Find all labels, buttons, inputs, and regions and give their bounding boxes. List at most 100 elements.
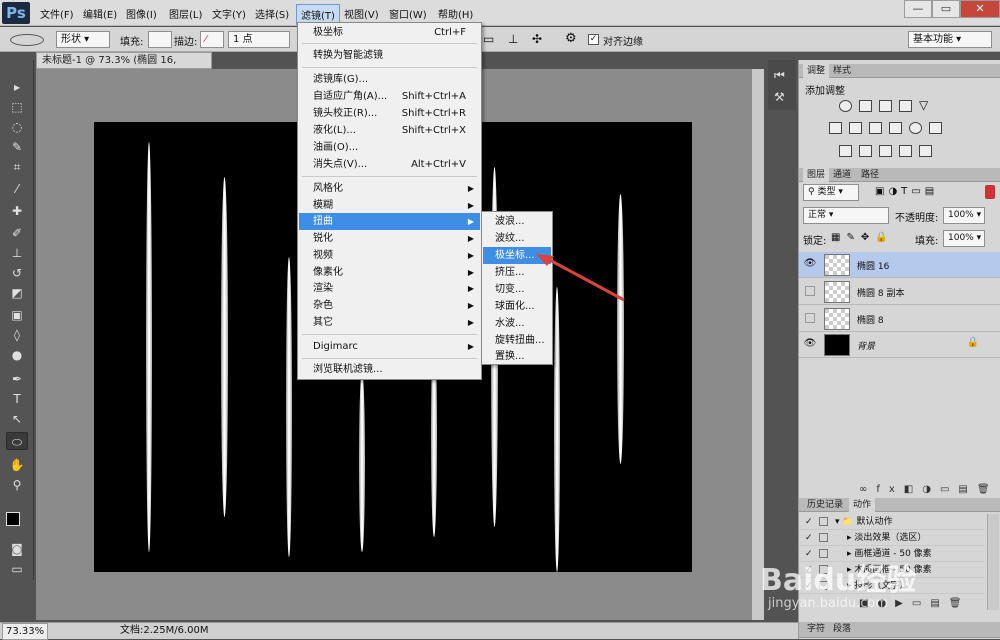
dialog-toggle[interactable] xyxy=(819,533,828,542)
tab-actions[interactable]: 动作 xyxy=(849,498,876,512)
layer-actions-icons[interactable]: ∞fx◧◑▭▤🗑 xyxy=(859,484,999,495)
tab-adjustments[interactable]: 调整 xyxy=(803,64,830,78)
gradient-tool-icon[interactable]: ▣ xyxy=(6,306,28,324)
tab-paragraph[interactable]: 段落 xyxy=(829,622,855,636)
eraser-tool-icon[interactable]: ◩ xyxy=(6,284,28,302)
blend-mode-select[interactable]: 正常 ▾ xyxy=(803,207,889,224)
lock-icons[interactable]: ▦✎✥🔒 xyxy=(831,232,894,243)
brush-tool-icon[interactable]: ✐ xyxy=(6,224,28,242)
crop-tool-icon[interactable]: ⌗ xyxy=(6,158,28,176)
vibrance-icon[interactable]: ▽ xyxy=(919,99,932,112)
pen-tool-icon[interactable]: ✒ xyxy=(6,370,28,388)
menu-item-lens-correction[interactable]: 镜头校正(R)... Shift+Ctrl+R xyxy=(299,105,480,122)
menu-item-distort[interactable]: 扭曲 ▶ xyxy=(299,213,480,230)
actions-scrollbar[interactable] xyxy=(987,514,999,610)
align-edges-checkbox[interactable]: ✓ xyxy=(588,34,599,45)
move-tool-icon[interactable]: ▸ xyxy=(6,78,28,96)
minimize-button[interactable]: — xyxy=(904,0,932,18)
filter-toggle-icon[interactable] xyxy=(985,185,995,199)
menu-item-video[interactable]: 视频 ▶ xyxy=(299,247,480,264)
menu-edit[interactable]: 编辑(E) xyxy=(83,6,117,21)
layer-filter-kind-select[interactable]: ⚲ 类型 ▾ xyxy=(803,184,859,201)
posterize-icon[interactable] xyxy=(859,145,872,157)
marquee-tool-icon[interactable]: ⬚ xyxy=(6,98,28,116)
blur-tool-icon[interactable]: ◊ xyxy=(6,326,28,344)
menu-item-render[interactable]: 渲染 ▶ xyxy=(299,280,480,297)
menu-item-digimarc[interactable]: Digimarc ▶ xyxy=(299,338,480,355)
menu-item-blur[interactable]: 模糊 ▶ xyxy=(299,197,480,214)
visibility-eye-icon[interactable]: 👁 xyxy=(803,257,817,271)
clone-stamp-icon[interactable]: ⊥ xyxy=(6,244,28,262)
quick-mask-icon[interactable]: ◙ xyxy=(6,540,28,558)
opacity-input[interactable]: 100% ▾ xyxy=(943,207,985,224)
hue-saturation-icon[interactable] xyxy=(829,122,842,134)
layer-row[interactable]: 👁 椭圆 16 xyxy=(799,252,1000,278)
menu-item-filter-gallery[interactable]: 滤镜库(G)... xyxy=(299,71,480,88)
layer-row[interactable]: 椭圆 8 副本 xyxy=(799,279,1000,305)
menu-type[interactable]: 文字(Y) xyxy=(212,6,246,21)
check-icon[interactable]: ✓ xyxy=(805,514,813,530)
layer-filter-icons[interactable]: ▣◑T▭▤ xyxy=(875,186,938,197)
path-select-tool-icon[interactable]: ↖ xyxy=(6,410,28,428)
menu-item-smart-filter[interactable]: 转换为智能滤镜 xyxy=(299,47,480,64)
menu-item-stylize[interactable]: 风格化 ▶ xyxy=(299,180,480,197)
type-tool-icon[interactable]: T xyxy=(6,390,28,408)
healing-brush-icon[interactable]: ✚ xyxy=(6,202,28,220)
menu-item-vanishing-point[interactable]: 消失点(V)... Alt+Ctrl+V xyxy=(299,156,480,173)
color-balance-icon[interactable] xyxy=(849,122,862,134)
invert-icon[interactable] xyxy=(839,145,852,157)
exposure-icon[interactable] xyxy=(899,100,912,112)
history-brush-icon[interactable]: ↺ xyxy=(6,264,28,282)
menu-item-other[interactable]: 其它 ▶ xyxy=(299,314,480,331)
hand-tool-icon[interactable]: ✋ xyxy=(6,456,28,474)
action-row[interactable]: ✓ ▸ 淡出效果（选区） xyxy=(799,530,985,546)
history-panel-icon[interactable]: ⏮ xyxy=(774,68,785,83)
menu-image[interactable]: 图像(I) xyxy=(126,6,157,21)
vertical-scrollbar[interactable] xyxy=(752,69,764,620)
channel-mixer-icon[interactable] xyxy=(909,122,922,134)
submenu-item-wave[interactable]: 波浪... xyxy=(483,213,551,230)
fill-input[interactable]: 100% ▾ xyxy=(943,230,985,247)
lasso-tool-icon[interactable]: ◌ xyxy=(6,118,28,136)
layer-row[interactable]: 椭圆 8 xyxy=(799,306,1000,332)
submenu-item-ripple[interactable]: 波纹... xyxy=(483,230,551,247)
layer-row[interactable]: 👁 背景 🔒 xyxy=(799,332,1000,358)
ellipse-tool-icon[interactable]: ⬭ xyxy=(6,432,28,450)
menu-item-pixelate[interactable]: 像素化 ▶ xyxy=(299,264,480,281)
workspace-select[interactable]: 基本功能 ▾ xyxy=(908,31,992,48)
menu-item-last-filter[interactable]: 极坐标 Ctrl+F xyxy=(299,24,480,41)
tool-presets-icon[interactable]: ⚒ xyxy=(774,90,785,104)
visibility-eye-icon[interactable]: 👁 xyxy=(803,337,817,351)
black-white-icon[interactable] xyxy=(869,122,882,134)
fill-swatch[interactable] xyxy=(148,31,172,48)
menu-file[interactable]: 文件(F) xyxy=(40,6,74,21)
screen-mode-icon[interactable]: ▭ xyxy=(6,560,28,578)
gradient-map-icon[interactable] xyxy=(919,145,932,157)
stroke-swatch[interactable]: ⁄ xyxy=(200,31,224,48)
dodge-tool-icon[interactable]: ● xyxy=(6,346,28,364)
menu-item-oil-paint[interactable]: 油画(O)... xyxy=(299,139,480,156)
tab-character[interactable]: 字符 xyxy=(803,622,829,636)
document-size[interactable]: 文档:2.25M/6.00M xyxy=(120,623,209,638)
restore-button[interactable]: ▭ xyxy=(932,0,960,18)
visibility-toggle[interactable] xyxy=(805,313,815,323)
curves-icon[interactable] xyxy=(879,100,892,112)
zoom-level[interactable]: 73.33% xyxy=(2,623,49,640)
menu-item-adaptive-wide-angle[interactable]: 自适应广角(A)... Shift+Ctrl+A xyxy=(299,88,480,105)
shape-mode-select[interactable]: 形状 ▾ xyxy=(56,31,110,48)
submenu-item-displace[interactable]: 置换... xyxy=(483,348,551,365)
tab-history[interactable]: 历史记录 xyxy=(803,498,847,512)
submenu-item-zigzag[interactable]: 水波... xyxy=(483,315,551,332)
menu-item-liquify[interactable]: 液化(L)... Shift+Ctrl+X xyxy=(299,122,480,139)
menu-item-sharpen[interactable]: 锐化 ▶ xyxy=(299,230,480,247)
menu-view[interactable]: 视图(V) xyxy=(344,6,379,21)
ellipse-tool-preset-icon[interactable] xyxy=(10,34,44,46)
dialog-toggle[interactable] xyxy=(819,517,828,526)
tab-channels[interactable]: 通道 xyxy=(829,168,855,182)
document-tab[interactable]: 未标题-1 @ 73.3% (椭圆 16, RGB/8) * × xyxy=(36,52,212,81)
close-button[interactable]: ✕ xyxy=(960,0,1000,18)
levels-icon[interactable] xyxy=(859,100,872,112)
tab-layers[interactable]: 图层 xyxy=(803,168,830,182)
tab-styles[interactable]: 样式 xyxy=(829,64,855,78)
check-icon[interactable]: ✓ xyxy=(805,530,813,546)
